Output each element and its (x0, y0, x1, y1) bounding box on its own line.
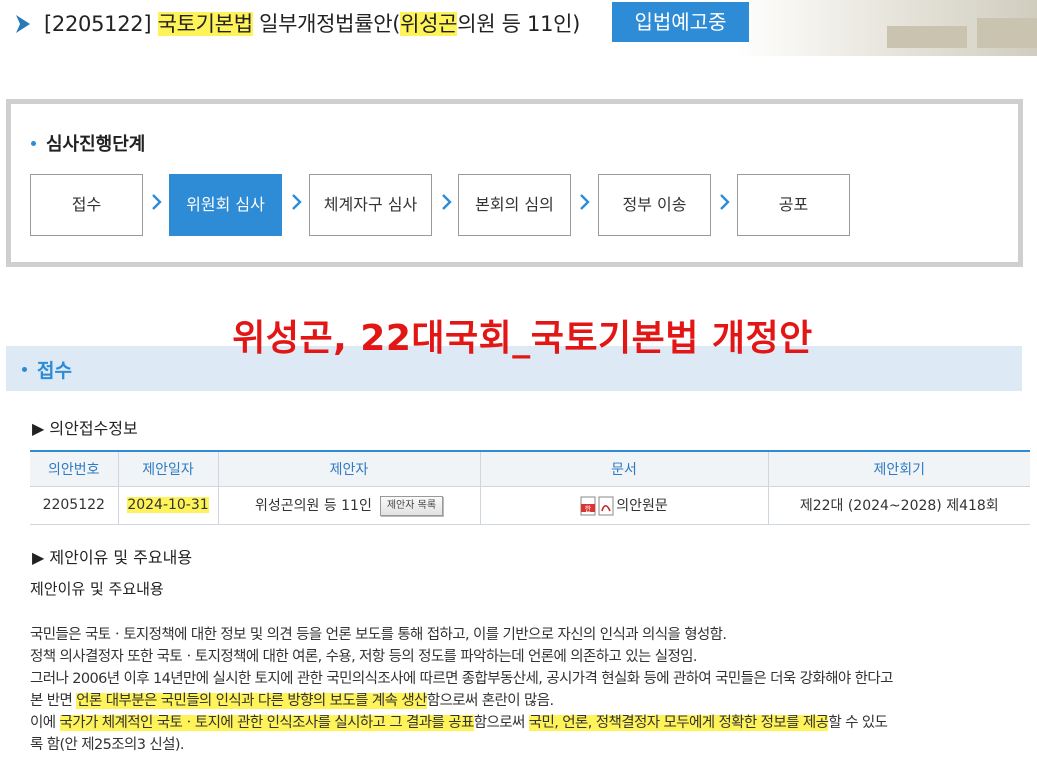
pdf-file-icon[interactable] (598, 496, 614, 516)
page-header: [2205122] 국토기본법 일부개정법률안(위성곤의원 등 11인) 입법예… (0, 0, 1037, 56)
stage-step-plenary: 본회의 심의 (458, 174, 571, 236)
body-line: 그러나 2006년 이후 14년만에 실시한 토지에 관한 국민의식조사에 따르… (30, 671, 893, 687)
column-header-bill-no: 의안번호 (30, 450, 118, 487)
hwp-file-icon[interactable]: 한 (580, 496, 596, 516)
highlighted-text: 국민, 언론, 정책결정자 모두에게 정확한 정보를 제공 (528, 715, 829, 731)
column-header-date: 제안일자 (117, 450, 218, 487)
body-line: 이에 국가가 체계적인 국토ㆍ토지에 관한 인식조사를 실시하고 그 결과를 공… (30, 712, 1030, 734)
proposer-list-button[interactable]: 제안자 목록 (379, 495, 444, 516)
reason-subheading: 제안이유 및 주요내용 (30, 580, 164, 598)
cell-date: 2024-10-31 (117, 486, 218, 525)
svg-text:한: 한 (585, 505, 592, 513)
highlighted-text: 언론 대부분은 국민들의 인식과 다른 방향의 보도를 계속 생산 (76, 693, 427, 709)
chevron-right-icon (442, 194, 452, 210)
body-text-segment: 할 수 있도 (828, 715, 888, 731)
highlighted-text: 국가가 체계적인 국토ㆍ토지에 관한 인식조사를 실시하고 그 결과를 공표 (59, 715, 474, 731)
proposal-date: 2024-10-31 (127, 497, 209, 513)
section-dot-icon (22, 367, 27, 372)
chevron-right-icon (720, 194, 730, 210)
chevron-right-icon (152, 194, 162, 210)
header-background-image (737, 0, 1037, 56)
bill-info-table: 의안번호 제안일자 제안자 문서 제안회기 2205122 2024-10-31… (30, 450, 1030, 525)
body-line: 정책 의사결정자 또한 국토ㆍ토지정책에 대한 여론, 수용, 저항 등의 정도… (30, 649, 698, 665)
reception-section-title: 접수 (22, 356, 72, 383)
body-line: 록 함(안 제25조의3 신설). (30, 737, 185, 753)
stage-step-legal-review: 체계자구 심사 (309, 174, 432, 236)
stage-step-promulgation: 공포 (737, 174, 850, 236)
table-header-row: 의안번호 제안일자 제안자 문서 제안회기 (30, 450, 1030, 487)
body-text-segment: 본 반면 (30, 693, 77, 709)
status-badge: 입법예고중 (612, 2, 749, 42)
bill-info-heading: ▶ 의안접수정보 (32, 419, 138, 438)
reception-section-title-text: 접수 (37, 360, 72, 382)
stage-step-reception: 접수 (30, 174, 143, 236)
body-text-segment: 이에 (30, 715, 60, 731)
bullet-arrow-icon (16, 15, 30, 33)
review-stages-panel: 심사진행단계 접수 위원회 심사 체계자구 심사 본회의 심의 정부 이송 공포 (6, 99, 1023, 267)
table-row: 2205122 2024-10-31 위성곤의원 등 11인 제안자 목록 한 의… (30, 486, 1030, 525)
chevron-right-icon (580, 194, 590, 210)
column-header-session: 제안회기 (767, 450, 1030, 487)
stages-heading-text: 심사진행단계 (46, 134, 146, 155)
reason-body-text: 국민들은 국토ㆍ토지정책에 대한 정보 및 의견 등을 언론 보도를 통해 접하… (30, 624, 1030, 756)
stage-step-government-transfer: 정부 이송 (598, 174, 711, 236)
section-dot-icon (31, 140, 36, 146)
cell-session: 제22대 (2024~2028) 제418회 (767, 486, 1030, 525)
bill-title-end: 의원 등 11인) (457, 12, 581, 36)
reason-heading: ▶ 제안이유 및 주요내용 (32, 548, 193, 567)
bill-number: [2205122] (44, 12, 152, 36)
stages-heading: 심사진행단계 (31, 130, 145, 156)
body-line: 국민들은 국토ㆍ토지정책에 대한 정보 및 의견 등을 언론 보도를 통해 접하… (30, 627, 727, 643)
proposer-name: 위성곤의원 등 11인 (254, 497, 372, 514)
cell-bill-no: 2205122 (30, 486, 118, 525)
cell-document: 한 의안원문 (479, 486, 768, 525)
body-line: 본 반면 언론 대부분은 국민들의 인식과 다른 방향의 보도를 계속 생산함으… (30, 690, 1030, 712)
overlay-annotation-title: 위성곤, 22대국회_국토기본법 개정안 (232, 318, 813, 359)
bill-title: [2205122] 국토기본법 일부개정법률안(위성곤의원 등 11인) (44, 8, 580, 38)
bill-proposer-name: 위성곤 (400, 12, 458, 36)
chevron-right-icon (292, 194, 302, 210)
body-text-segment: 함으로써 (473, 715, 529, 731)
column-header-proposer: 제안자 (217, 450, 480, 487)
column-header-document: 문서 (479, 450, 768, 487)
stage-step-committee: 위원회 심사 (169, 174, 282, 236)
cell-proposer: 위성곤의원 등 11인 제안자 목록 (217, 486, 480, 525)
bill-title-mid: 일부개정법률안( (252, 12, 401, 36)
document-link[interactable]: 의안원문 (616, 498, 668, 514)
body-text-segment: 함으로써 혼란이 많음. (426, 693, 554, 709)
bill-law-name: 국토기본법 (157, 12, 253, 36)
